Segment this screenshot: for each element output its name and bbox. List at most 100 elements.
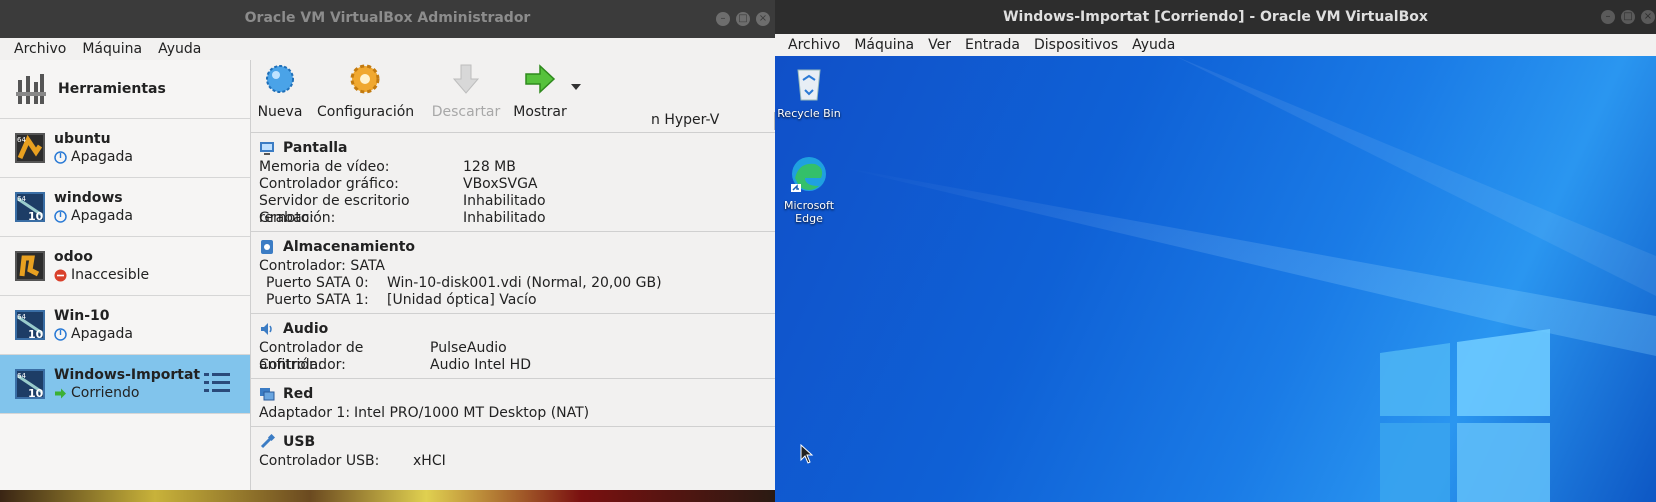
storage-section: Almacenamiento Controlador: SATA Puerto … bbox=[251, 232, 775, 314]
menu-maquina[interactable]: Máquina bbox=[74, 41, 150, 57]
svg-text:10: 10 bbox=[28, 210, 44, 223]
vm-item-odoo[interactable]: odoo Inaccesible bbox=[0, 237, 250, 296]
manager-menubar: Archivo Máquina Ayuda bbox=[0, 38, 775, 61]
minimize-button[interactable]: – bbox=[1601, 10, 1615, 24]
windows10-os-icon: 64 10 bbox=[14, 309, 46, 341]
vm-name: ubuntu bbox=[54, 131, 111, 147]
new-label: Nueva bbox=[257, 104, 303, 120]
detail-value: [Unidad óptica] Vacío bbox=[387, 292, 537, 308]
vm-menu-ver[interactable]: Ver bbox=[921, 37, 958, 53]
vm-menubar: Archivo Máquina Ver Entrada Dispositivos… bbox=[775, 34, 1656, 56]
power-off-icon bbox=[54, 327, 67, 341]
close-button[interactable]: × bbox=[756, 12, 770, 26]
storage-controller: Controlador: SATA bbox=[259, 258, 385, 274]
windows-wallpaper-icon bbox=[835, 56, 1656, 502]
show-label: Mostrar bbox=[513, 104, 567, 120]
vm-menu-maquina[interactable]: Máquina bbox=[847, 37, 921, 53]
network-icon bbox=[260, 388, 275, 401]
error-icon bbox=[54, 269, 67, 281]
detail-value: VBoxSVGA bbox=[463, 176, 538, 192]
virtualbox-manager-window: Oracle VM VirtualBox Administrador – □ ×… bbox=[0, 0, 775, 490]
vm-titlebar[interactable]: Windows-Importat [Corriendo] - Oracle VM… bbox=[775, 0, 1656, 34]
odoo-os-icon bbox=[14, 250, 46, 282]
show-arrow-icon bbox=[525, 64, 556, 94]
detail-value: 128 MB bbox=[463, 159, 516, 175]
storage-header[interactable]: Almacenamiento bbox=[283, 239, 415, 255]
edge-shortcut[interactable]: Microsoft Edge bbox=[775, 154, 844, 225]
vm-menu-ayuda[interactable]: Ayuda bbox=[1125, 37, 1182, 53]
audio-section: Audio Controlador de anfitrión: PulseAudi… bbox=[251, 314, 775, 379]
vm-window-title: Windows-Importat [Corriendo] - Oracle VM… bbox=[1003, 9, 1428, 25]
vm-state: Apagada bbox=[71, 326, 133, 342]
usb-section: USB Controlador USB: xHCI bbox=[251, 427, 775, 474]
discard-label: Descartar bbox=[431, 104, 501, 120]
svg-text:10: 10 bbox=[28, 387, 44, 400]
manager-title: Oracle VM VirtualBox Administrador bbox=[244, 10, 531, 26]
ubuntu-os-icon: 64 bbox=[14, 132, 46, 164]
detail-value: xHCI bbox=[413, 453, 446, 469]
menu-ayuda[interactable]: Ayuda bbox=[150, 41, 209, 57]
discard-arrow-icon bbox=[452, 64, 480, 94]
discard-button[interactable]: Descartar bbox=[425, 60, 507, 120]
vm-menu-dispositivos[interactable]: Dispositivos bbox=[1027, 37, 1125, 53]
detail-value: PulseAudio bbox=[430, 340, 507, 356]
toolbar-overlay-text: n Hyper-V bbox=[651, 112, 720, 128]
menu-archivo[interactable]: Archivo bbox=[6, 41, 74, 57]
running-arrow-icon bbox=[55, 388, 66, 398]
detail-value: Audio Intel HD bbox=[430, 357, 531, 373]
svg-text:64: 64 bbox=[17, 195, 26, 203]
maximize-button[interactable]: □ bbox=[736, 12, 750, 26]
detail-key: Puerto SATA 0: bbox=[266, 275, 369, 291]
show-button[interactable]: Mostrar bbox=[509, 60, 571, 120]
detail-key: Servidor de escritorio remoto: bbox=[259, 193, 410, 226]
vm-name: Win-10 bbox=[54, 308, 110, 324]
maximize-button[interactable]: □ bbox=[1621, 10, 1635, 24]
vm-details-pane: Pantalla Memoria de vídeo: 128 MB Control… bbox=[251, 133, 775, 490]
usb-header[interactable]: USB bbox=[283, 434, 315, 450]
host-desktop-background bbox=[0, 490, 775, 502]
settings-label: Configuración bbox=[317, 104, 415, 120]
network-header[interactable]: Red bbox=[283, 386, 313, 402]
windows10-os-icon: 64 10 bbox=[14, 368, 46, 400]
audio-header[interactable]: Audio bbox=[283, 321, 328, 337]
vm-name: odoo bbox=[54, 249, 93, 265]
manager-titlebar[interactable]: Oracle VM VirtualBox Administrador – □ × bbox=[0, 0, 775, 38]
vm-running-window: Windows-Importat [Corriendo] - Oracle VM… bbox=[775, 0, 1656, 502]
display-section: Pantalla Memoria de vídeo: 128 MB Control… bbox=[251, 133, 775, 232]
vm-state: Corriendo bbox=[71, 385, 140, 401]
vm-menu-archivo[interactable]: Archivo bbox=[781, 37, 847, 53]
mouse-cursor-icon bbox=[800, 444, 814, 464]
edge-label: Microsoft Edge bbox=[783, 199, 835, 225]
vm-name: Windows-Importat bbox=[54, 367, 201, 383]
detail-value: Win-10-disk001.vdi (Normal, 20,00 GB) bbox=[387, 275, 662, 291]
detail-value: Inhabilitado bbox=[463, 210, 546, 226]
vm-details-menu-icon[interactable] bbox=[204, 371, 230, 399]
guest-desktop[interactable]: Recycle Bin Microsoft Edge bbox=[775, 56, 1656, 502]
detail-key: Controlador USB: bbox=[259, 453, 380, 469]
tools-item[interactable]: Herramientas bbox=[0, 60, 250, 119]
svg-text:64: 64 bbox=[17, 372, 26, 380]
vm-item-ubuntu[interactable]: 64 ubuntu Apagada bbox=[0, 119, 250, 178]
new-starburst-icon bbox=[266, 65, 294, 93]
vm-item-windows[interactable]: 64 10 windows Apagada bbox=[0, 178, 250, 237]
recycle-bin-icon bbox=[797, 69, 821, 101]
power-off-icon bbox=[54, 150, 67, 164]
gear-icon bbox=[350, 64, 380, 94]
detail-key: Memoria de vídeo: bbox=[259, 159, 390, 175]
new-vm-button[interactable]: Nueva bbox=[257, 60, 303, 120]
detail-key: Controlador: bbox=[259, 357, 346, 373]
settings-button[interactable]: Configuración bbox=[317, 60, 415, 120]
minimize-button[interactable]: – bbox=[716, 12, 730, 26]
svg-text:64: 64 bbox=[17, 313, 26, 321]
vm-menu-entrada[interactable]: Entrada bbox=[958, 37, 1027, 53]
detail-key: Controlador gráfico: bbox=[259, 176, 399, 192]
recycle-bin-shortcut[interactable]: Recycle Bin bbox=[775, 62, 844, 120]
detail-key: Puerto SATA 1: bbox=[266, 292, 369, 308]
show-dropdown-icon[interactable] bbox=[571, 80, 581, 95]
display-header[interactable]: Pantalla bbox=[283, 140, 347, 156]
vm-item-win-10[interactable]: 64 10 Win-10 Apagada bbox=[0, 296, 250, 355]
detail-value: Intel PRO/1000 MT Desktop (NAT) bbox=[354, 405, 590, 421]
vm-item-windows-importat[interactable]: 64 10 Windows-Importat Corriendo bbox=[0, 355, 250, 414]
close-button[interactable]: × bbox=[1641, 10, 1655, 24]
edge-icon bbox=[791, 157, 826, 192]
